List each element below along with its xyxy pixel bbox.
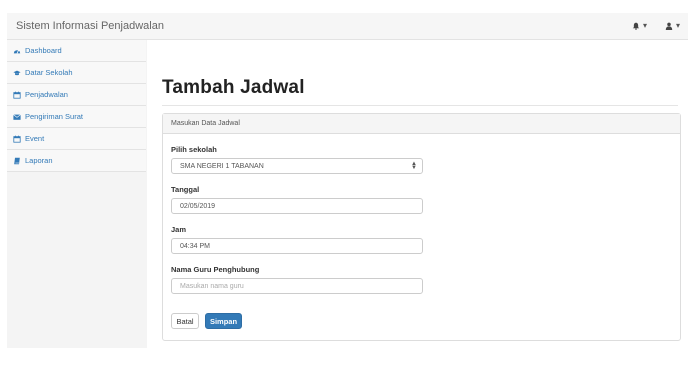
school-select-value: SMA NEGERI 1 TABANAN (180, 163, 264, 170)
school-label: Pilih sekolah (171, 145, 217, 154)
sidebar-item-dashboard[interactable]: Dashboard (7, 40, 146, 62)
calendar-icon (13, 91, 21, 99)
school-select[interactable]: SMA NEGERI 1 TABANAN ▲ ▼ (171, 158, 423, 174)
form-panel: Masukan Data Jadwal Pilih sekolah SMA NE… (162, 113, 681, 341)
sidebar-item-datar-sekolah[interactable]: Datar Sekolah (7, 62, 146, 84)
teacher-name-input[interactable]: Masukan nama guru (171, 278, 423, 294)
brand-title[interactable]: Sistem Informasi Penjadwalan (16, 20, 164, 32)
graduation-cap-icon (13, 70, 21, 75)
teacher-label: Nama Guru Penghubung (171, 265, 260, 274)
sidebar-item-label: Penjadwalan (25, 90, 68, 99)
top-navbar: Sistem Informasi Penjadwalan ▾ ▾ (7, 13, 688, 40)
page-title: Tambah Jadwal (162, 77, 305, 98)
user-dropdown[interactable]: ▾ (665, 21, 680, 30)
panel-heading: Masukan Data Jadwal (163, 114, 680, 134)
alerts-dropdown[interactable]: ▾ (632, 21, 647, 30)
cancel-button[interactable]: Batal (171, 313, 199, 329)
save-button[interactable]: Simpan (205, 313, 242, 329)
sidebar-item-label: Laporan (25, 156, 53, 165)
sidebar-item-penjadwalan[interactable]: Penjadwalan (7, 84, 146, 106)
sidebar-item-label: Event (25, 134, 45, 143)
sidebar-item-label: Pengiriman Surat (25, 112, 83, 121)
time-label: Jam (171, 225, 187, 234)
time-input[interactable]: 04:34 PM (171, 238, 423, 254)
dashboard-icon (13, 49, 21, 54)
app-frame: Sistem Informasi Penjadwalan ▾ ▾ Dashboa… (7, 13, 688, 349)
envelope-icon (13, 113, 21, 120)
calendar-icon (13, 135, 21, 143)
user-icon (665, 22, 673, 30)
date-input[interactable]: 02/05/2019 (171, 198, 423, 214)
sidebar-item-label: Dashboard (25, 46, 62, 55)
main-content: Tambah Jadwal Masukan Data Jadwal Pilih … (147, 40, 688, 349)
chevron-down-icon: ▾ (675, 21, 680, 30)
date-label: Tanggal (171, 185, 200, 194)
chevron-down-icon: ▾ (642, 21, 647, 30)
book-icon (14, 157, 20, 164)
sidebar: Dashboard Datar Sekolah Penjadwalan Peng… (7, 40, 146, 172)
title-divider (162, 105, 678, 106)
sidebar-item-label: Datar Sekolah (25, 68, 73, 77)
sidebar-item-event[interactable]: Event (7, 128, 146, 150)
navbar-right: ▾ ▾ (632, 21, 680, 30)
bell-icon (632, 22, 640, 30)
select-arrows-icon: ▲ ▼ (411, 161, 417, 171)
sidebar-item-laporan[interactable]: Laporan (7, 150, 146, 172)
sidebar-item-pengiriman-surat[interactable]: Pengiriman Surat (7, 106, 146, 128)
